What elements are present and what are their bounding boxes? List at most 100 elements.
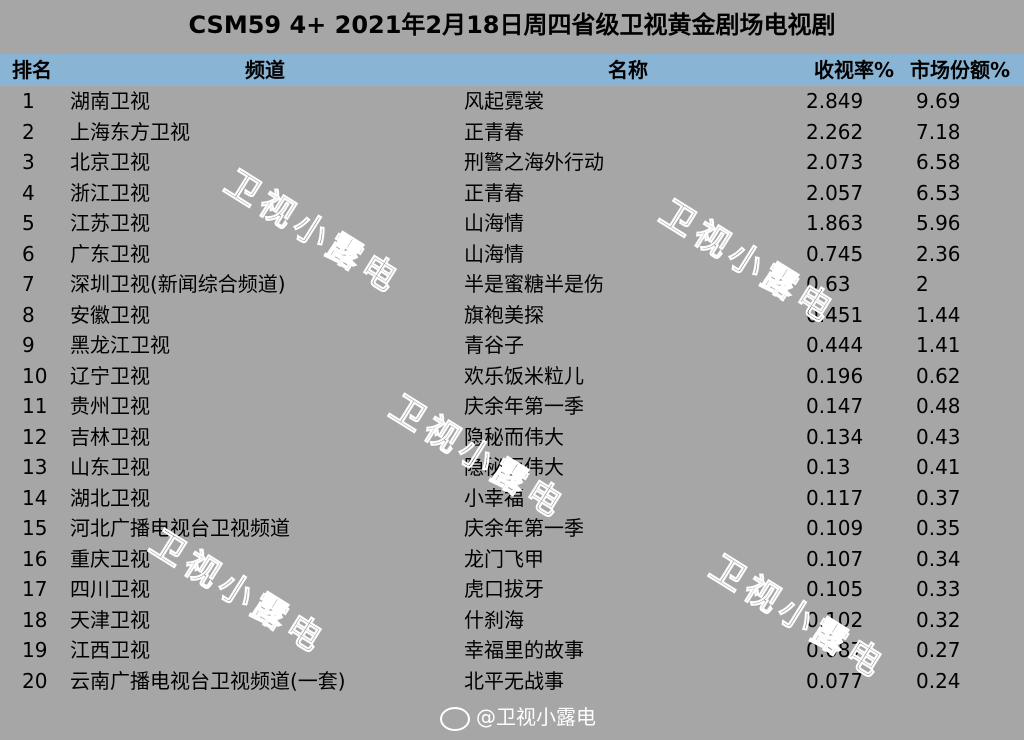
table-row: 6 广东卫视 山海情 0.745 2.36 xyxy=(0,239,1024,270)
cell-channel: 上海东方卫视 xyxy=(70,119,190,144)
cell-share: 0.48 xyxy=(916,394,961,418)
cell-share: 9.69 xyxy=(916,89,961,113)
cell-rank: 11 xyxy=(22,394,48,418)
cell-rank: 16 xyxy=(22,546,48,571)
cell-rank: 7 xyxy=(22,272,35,296)
cell-show: 庆余年第一季 xyxy=(464,394,584,418)
table-row: 12 吉林卫视 隐秘而伟大 0.134 0.43 xyxy=(0,422,1024,453)
cell-rank: 15 xyxy=(22,516,48,540)
cell-channel: 黑龙江卫视 xyxy=(70,333,170,357)
table-row: 5 江苏卫视 山海情 1.863 5.96 xyxy=(0,208,1024,239)
cell-rating: 2.057 xyxy=(806,180,864,205)
cell-rating: 0.109 xyxy=(806,516,864,540)
cell-show: 北平无战事 xyxy=(464,668,564,693)
cell-show: 刑警之海外行动 xyxy=(464,150,604,174)
cell-rating: 0.147 xyxy=(806,394,864,418)
cell-share: 1.41 xyxy=(916,333,961,357)
cell-rating: 0.63 xyxy=(806,272,851,296)
cell-share: 0.35 xyxy=(916,516,961,540)
cell-rank: 6 xyxy=(22,241,35,266)
cell-show: 山海情 xyxy=(464,211,524,235)
cell-rank: 19 xyxy=(22,638,48,662)
table-row: 4 浙江卫视 正青春 2.057 6.53 xyxy=(0,178,1024,209)
footer-watermark: @卫视小露电 xyxy=(440,700,596,734)
cell-rank: 10 xyxy=(22,363,48,388)
cell-rating: 2.262 xyxy=(806,119,864,144)
cell-show: 什刹海 xyxy=(464,607,524,632)
cell-show: 小幸福 xyxy=(464,485,524,510)
table-row: 14 湖北卫视 小幸福 0.117 0.37 xyxy=(0,483,1024,514)
cell-rating: 0.087 xyxy=(806,638,864,662)
cell-channel: 江苏卫视 xyxy=(70,211,150,235)
footer-text: @卫视小露电 xyxy=(476,705,596,729)
cell-share: 6.53 xyxy=(916,180,961,205)
cell-show: 旗袍美探 xyxy=(464,302,544,327)
weibo-icon xyxy=(440,706,470,731)
table-row: 11 贵州卫视 庆余年第一季 0.147 0.48 xyxy=(0,391,1024,422)
table-row: 9 黑龙江卫视 青谷子 0.444 1.41 xyxy=(0,330,1024,361)
cell-rating: 0.451 xyxy=(806,302,864,327)
cell-channel: 江西卫视 xyxy=(70,638,150,662)
cell-channel: 湖南卫视 xyxy=(70,89,150,113)
cell-channel: 辽宁卫视 xyxy=(70,363,150,388)
cell-show: 正青春 xyxy=(464,180,524,205)
cell-channel: 浙江卫视 xyxy=(70,180,150,205)
cell-rank: 8 xyxy=(22,302,35,327)
cell-rank: 14 xyxy=(22,485,48,510)
header-rank: 排名 xyxy=(12,58,52,82)
header-channel: 频道 xyxy=(245,58,285,82)
table-row: 18 天津卫视 什刹海 0.102 0.32 xyxy=(0,605,1024,636)
table-row: 10 辽宁卫视 欢乐饭米粒儿 0.196 0.62 xyxy=(0,361,1024,392)
cell-share: 0.32 xyxy=(916,607,961,632)
table-row: 17 四川卫视 虎口拔牙 0.105 0.33 xyxy=(0,574,1024,605)
cell-share: 0.27 xyxy=(916,638,961,662)
cell-channel: 四川卫视 xyxy=(70,577,150,601)
cell-rank: 3 xyxy=(22,150,35,174)
cell-rank: 17 xyxy=(22,577,48,601)
cell-rating: 0.117 xyxy=(806,485,864,510)
cell-channel: 贵州卫视 xyxy=(70,394,150,418)
cell-rank: 18 xyxy=(22,607,48,632)
cell-show: 隐秘而伟大 xyxy=(464,455,564,479)
cell-rating: 0.134 xyxy=(806,424,864,449)
cell-share: 2 xyxy=(916,272,929,296)
cell-show: 风起霓裳 xyxy=(464,89,544,113)
cell-channel: 云南广播电视台卫视频道(一套) xyxy=(70,668,346,693)
cell-rank: 2 xyxy=(22,119,35,144)
cell-show: 虎口拔牙 xyxy=(464,577,544,601)
cell-share: 0.43 xyxy=(916,424,961,449)
page-title: CSM59 4+ 2021年2月18日周四省级卫视黄金剧场电视剧 xyxy=(188,11,836,39)
cell-rank: 13 xyxy=(22,455,48,479)
cell-share: 1.44 xyxy=(916,302,961,327)
table-header: 排名 频道 名称 收视率% 市场份额% xyxy=(0,54,1024,86)
table-row: 7 深圳卫视(新闻综合频道) 半是蜜糖半是伤 0.63 2 xyxy=(0,269,1024,300)
table-row: 19 江西卫视 幸福里的故事 0.087 0.27 xyxy=(0,635,1024,666)
cell-rating: 0.107 xyxy=(806,546,864,571)
header-rating: 收视率% xyxy=(814,58,895,82)
cell-channel: 吉林卫视 xyxy=(70,424,150,449)
cell-rating: 0.13 xyxy=(806,455,851,479)
cell-channel: 河北广播电视台卫视频道 xyxy=(70,516,290,540)
table-row: 20 云南广播电视台卫视频道(一套) 北平无战事 0.077 0.24 xyxy=(0,666,1024,697)
cell-rank: 5 xyxy=(22,211,35,235)
cell-rank: 4 xyxy=(22,180,35,205)
cell-show: 正青春 xyxy=(464,119,524,144)
cell-channel: 北京卫视 xyxy=(70,150,150,174)
cell-show: 青谷子 xyxy=(464,333,524,357)
cell-channel: 山东卫视 xyxy=(70,455,150,479)
table-row: 3 北京卫视 刑警之海外行动 2.073 6.58 xyxy=(0,147,1024,178)
cell-channel: 广东卫视 xyxy=(70,241,150,266)
cell-rating: 0.105 xyxy=(806,577,864,601)
cell-rating: 0.745 xyxy=(806,241,864,266)
cell-show: 幸福里的故事 xyxy=(464,638,584,662)
cell-share: 7.18 xyxy=(916,119,961,144)
header-share: 市场份额% xyxy=(910,58,1011,82)
cell-channel: 湖北卫视 xyxy=(70,485,150,510)
cell-rating: 2.849 xyxy=(806,89,864,113)
cell-share: 6.58 xyxy=(916,150,961,174)
cell-share: 0.41 xyxy=(916,455,961,479)
cell-rank: 20 xyxy=(22,668,48,693)
table-row: 15 河北广播电视台卫视频道 庆余年第一季 0.109 0.35 xyxy=(0,513,1024,544)
cell-show: 山海情 xyxy=(464,241,524,266)
cell-share: 0.34 xyxy=(916,546,961,571)
